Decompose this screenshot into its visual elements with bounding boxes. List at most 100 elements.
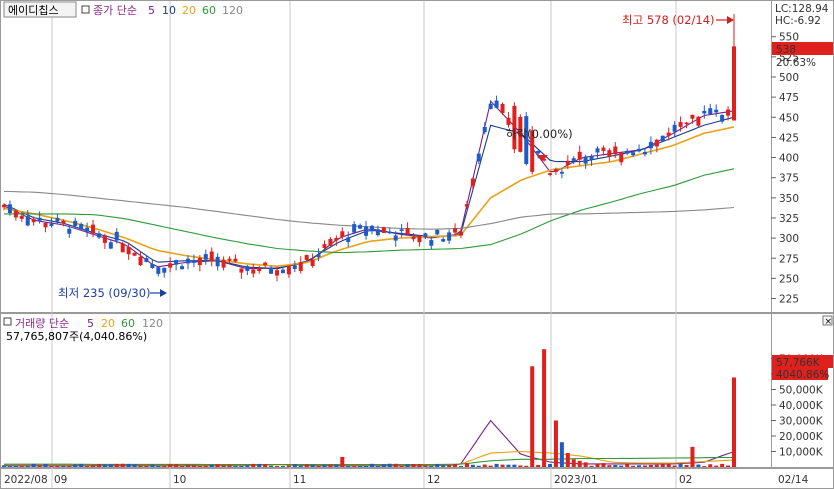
volume-bar <box>542 349 547 467</box>
volume-bar <box>364 465 369 467</box>
volume-bar <box>144 465 149 467</box>
volume-tick-label: 20,000K <box>779 431 824 443</box>
ma-period-20: 20 <box>182 4 196 17</box>
candle-body <box>31 219 36 223</box>
price-tick-label: 375 <box>779 173 799 185</box>
volume-bar <box>577 460 582 467</box>
volume-bar <box>280 466 285 467</box>
volume-bar <box>559 442 564 467</box>
stock-chart: 5505255004754504254003753503253002752502… <box>0 0 834 489</box>
candle-body <box>684 122 689 125</box>
candle-body <box>553 169 558 172</box>
candle-body <box>672 124 677 132</box>
volume-bar <box>257 463 262 467</box>
candle-body <box>393 235 398 241</box>
x-label-2022-08: 2022/08 <box>4 474 48 486</box>
candle-body <box>55 217 60 222</box>
volume-bar <box>352 465 357 467</box>
volume-title: 거래량 단순 <box>15 317 69 330</box>
vol-ma-period-5: 5 <box>87 317 94 330</box>
volume-bar <box>393 463 398 467</box>
volume-toggle-box[interactable] <box>3 317 12 326</box>
candle-body <box>429 240 434 246</box>
volume-bar <box>108 464 113 467</box>
candle-body <box>37 217 42 221</box>
candle-body <box>96 233 101 238</box>
volume-bar <box>684 465 689 467</box>
volume-bar <box>488 465 493 467</box>
candle-body <box>79 224 84 230</box>
volume-bar <box>298 465 303 467</box>
candle-body <box>506 117 511 125</box>
price-tick-label: 550 <box>779 32 799 44</box>
candle-body <box>316 254 321 258</box>
ma-period-60: 60 <box>202 4 216 17</box>
volume-bar <box>714 465 719 467</box>
current-change: 20.63% <box>776 57 816 69</box>
volume-bar <box>453 463 458 467</box>
candle-body <box>108 242 113 249</box>
candle-body <box>637 148 642 152</box>
candle-body <box>67 228 72 234</box>
candle-body <box>648 141 653 149</box>
candle-body <box>322 244 327 248</box>
volume-bar <box>49 465 54 467</box>
ma-toggle-box[interactable] <box>81 5 90 14</box>
volume-bar <box>690 446 695 467</box>
volume-tick-label: 40,000K <box>779 400 824 412</box>
price-panel <box>0 0 772 313</box>
candle-body <box>583 156 588 164</box>
volume-bar <box>91 465 96 467</box>
price-tick-label: 450 <box>779 112 799 124</box>
volume-bar <box>637 465 642 467</box>
vol-ma-period-20: 20 <box>101 317 115 330</box>
volume-bar <box>381 464 386 467</box>
volume-bar <box>233 465 238 467</box>
candle-body <box>453 228 458 233</box>
volume-tick-label: 10,000K <box>779 447 824 459</box>
volume-bar <box>168 464 173 467</box>
volume-tick-label: 50,000K <box>779 385 824 397</box>
candle-body <box>73 220 78 226</box>
volume-bar <box>423 465 428 467</box>
volume-bar <box>174 464 179 467</box>
volume-bar <box>43 464 48 467</box>
candle-body <box>488 103 493 110</box>
volume-bar <box>221 465 226 467</box>
volume-bar <box>654 464 659 467</box>
volume-bar <box>595 464 600 467</box>
price-tick-label: 425 <box>779 132 799 144</box>
volume-bar <box>79 463 84 467</box>
candle-body <box>678 122 683 127</box>
price-tick-label: 350 <box>779 193 799 205</box>
volume-bar <box>666 464 671 467</box>
candle-body <box>346 237 351 243</box>
volume-bar <box>126 463 131 467</box>
volume-bar <box>530 366 535 467</box>
candle-body <box>369 225 374 232</box>
candle-body <box>565 160 570 165</box>
volume-bar <box>506 464 511 467</box>
volume-bar <box>334 464 339 467</box>
price-tick-label: 225 <box>779 294 799 306</box>
ma-period-5: 5 <box>148 4 155 17</box>
volume-bar <box>269 465 274 467</box>
ma-period-120: 120 <box>222 4 243 17</box>
candle-body <box>245 266 250 271</box>
current-volume: 57,766K <box>776 357 821 369</box>
volume-bar <box>61 465 66 467</box>
candle-body <box>625 150 630 154</box>
candle-body <box>49 223 54 226</box>
volume-bar <box>13 465 18 467</box>
volume-bar <box>482 464 487 467</box>
volume-bar <box>132 464 137 467</box>
candle-body <box>387 231 392 234</box>
volume-bar <box>642 465 647 467</box>
volume-bar <box>435 464 440 467</box>
mid-annotation: 하락(0.00%) <box>506 127 573 141</box>
volume-bar <box>619 465 624 467</box>
volume-bar <box>286 465 291 467</box>
volume-bar <box>102 464 107 467</box>
volume-bar <box>411 464 416 467</box>
hc-value: HC:-6.92 <box>775 15 821 27</box>
